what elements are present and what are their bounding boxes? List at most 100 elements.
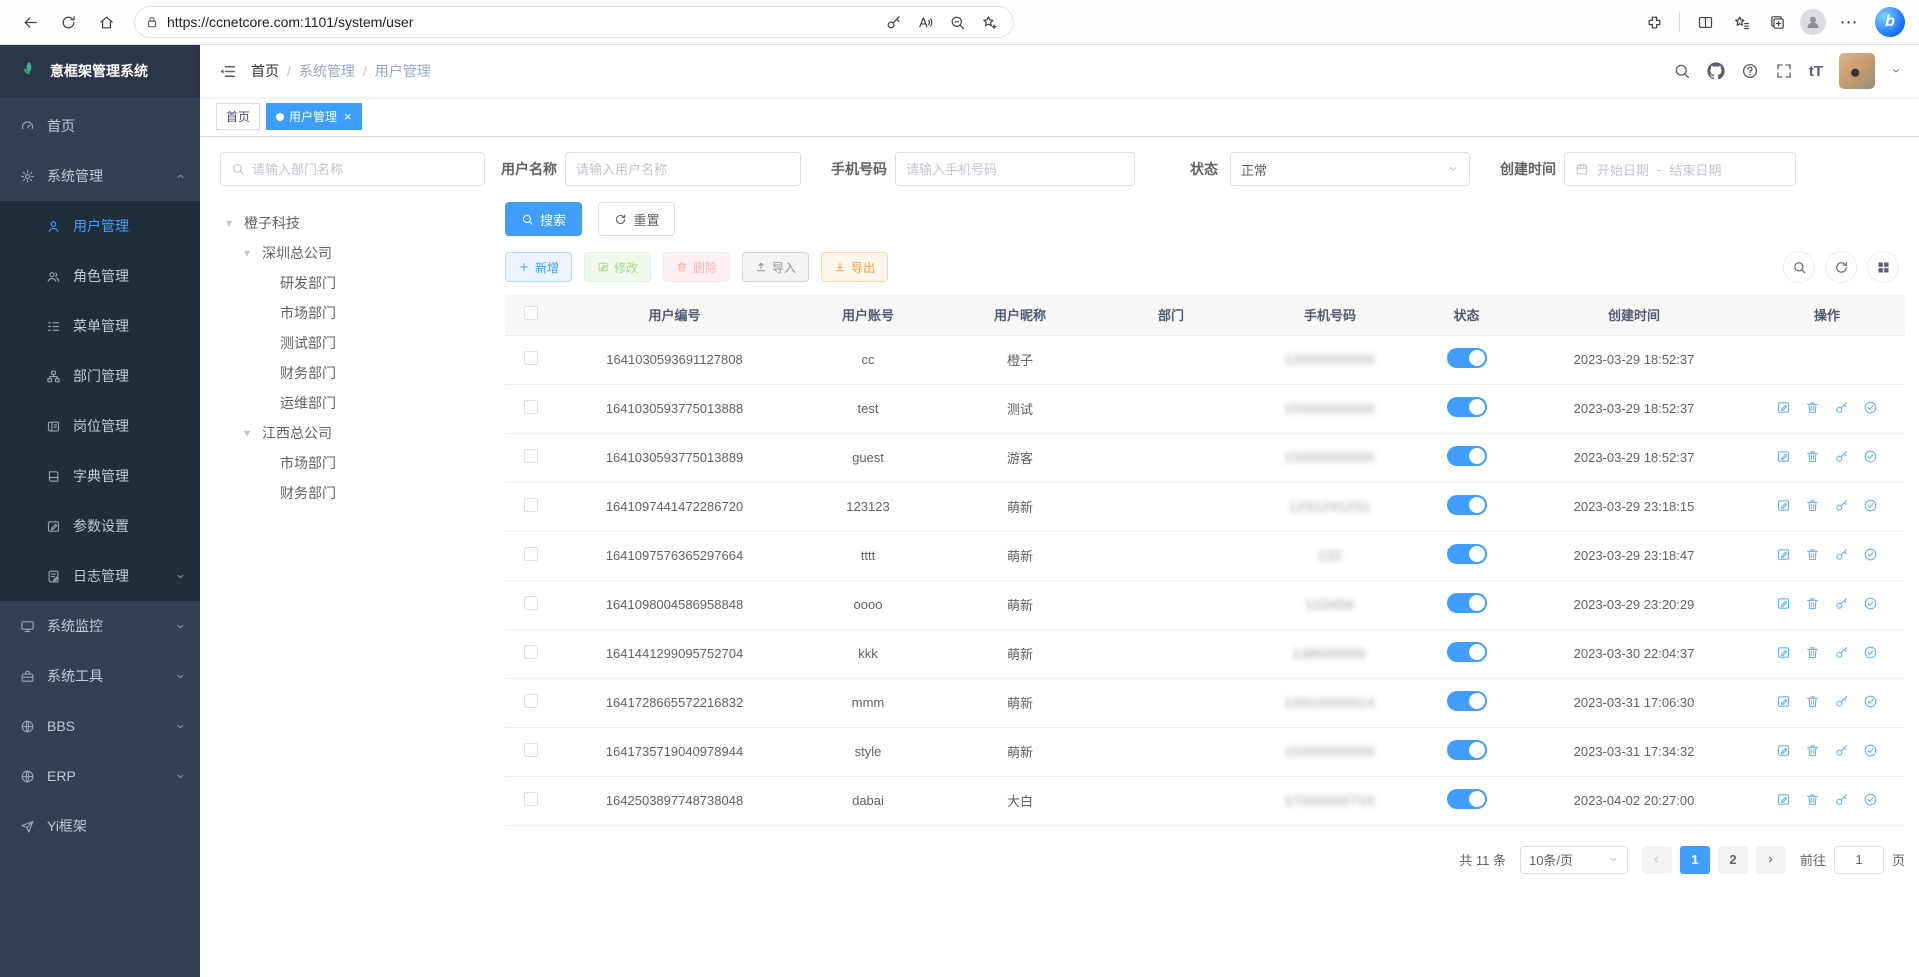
table-search-button[interactable] [1783,251,1815,283]
tab-close-icon[interactable]: × [344,109,352,124]
sidebar-item-字典管理[interactable]: 字典管理 [0,451,200,501]
row-check-circle-button[interactable] [1863,498,1878,513]
page-size-select[interactable]: 10条/页 [1520,846,1628,874]
status-toggle[interactable] [1447,544,1487,564]
row-trash-button[interactable] [1805,792,1820,807]
row-checkbox[interactable] [524,792,538,806]
page-1-button[interactable]: 1 [1680,846,1710,874]
row-edit-button[interactable] [1776,498,1791,513]
row-key-button[interactable] [1834,792,1849,807]
row-key-button[interactable] [1834,596,1849,611]
next-page-button[interactable] [1756,846,1786,874]
table-grid-button[interactable] [1867,251,1899,283]
sidebar-item-系统监控[interactable]: 系统监控 [0,601,200,651]
back-arrow-button[interactable] [14,6,46,38]
row-trash-button[interactable] [1805,694,1820,709]
row-checkbox[interactable] [524,743,538,757]
username-field[interactable] [576,162,790,177]
status-toggle[interactable] [1447,446,1487,466]
tree-caret-icon[interactable]: ▾ [244,246,262,260]
导出-button[interactable]: 导出 [821,252,888,282]
status-toggle[interactable] [1447,789,1487,809]
breadcrumb-item[interactable]: 用户管理 [375,61,431,81]
address-bar[interactable]: https://ccnetcore.com:1101/system/user [134,6,1014,38]
row-check-circle-button[interactable] [1863,400,1878,415]
row-edit-button[interactable] [1776,449,1791,464]
row-check-circle-button[interactable] [1863,645,1878,660]
dept-name-field[interactable] [252,162,474,177]
tree-caret-icon[interactable]: ▾ [244,426,262,440]
row-key-button[interactable] [1834,743,1849,758]
sidebar-item-BBS[interactable]: BBS [0,701,200,751]
search-button[interactable]: 搜索 [505,202,582,236]
新增-button[interactable]: 新增 [505,252,572,282]
sidebar-item-参数设置[interactable]: 参数设置 [0,501,200,551]
row-edit-button[interactable] [1776,645,1791,660]
status-toggle[interactable] [1447,642,1487,662]
question-button[interactable] [1741,62,1759,80]
copilot-button[interactable]: b [1875,7,1905,37]
home-button[interactable] [90,6,122,38]
row-trash-button[interactable] [1805,547,1820,562]
row-trash-button[interactable] [1805,596,1820,611]
tab-用户管理[interactable]: 用户管理 × [266,103,362,130]
breadcrumb-item[interactable]: 首页 [251,61,279,81]
favorite-add-button[interactable] [975,8,1003,36]
font-size-button[interactable]: tT [1809,63,1823,80]
reload-button[interactable] [52,6,84,38]
row-checkbox[interactable] [524,547,538,561]
row-edit-button[interactable] [1776,792,1791,807]
sidebar-item-角色管理[interactable]: 角色管理 [0,251,200,301]
row-checkbox[interactable] [524,596,538,610]
row-key-button[interactable] [1834,645,1849,660]
phone-field[interactable] [906,162,1124,177]
collections-button[interactable] [1761,6,1793,38]
username-input[interactable] [565,152,801,186]
row-edit-button[interactable] [1776,400,1791,415]
table-refresh-button[interactable] [1825,251,1857,283]
sidebar-item-菜单管理[interactable]: 菜单管理 [0,301,200,351]
profile-button[interactable] [1797,6,1829,38]
row-edit-button[interactable] [1776,694,1791,709]
tree-node-财务部门[interactable]: ▾ 财务部门 [220,358,485,388]
row-check-circle-button[interactable] [1863,547,1878,562]
row-key-button[interactable] [1834,400,1849,415]
fullscreen-button[interactable] [1775,62,1793,80]
status-toggle[interactable] [1447,495,1487,515]
status-toggle[interactable] [1447,691,1487,711]
row-checkbox[interactable] [524,498,538,512]
row-checkbox[interactable] [524,694,538,708]
row-checkbox[interactable] [524,645,538,659]
row-key-button[interactable] [1834,449,1849,464]
tree-node-江西总公司[interactable]: ▾ 江西总公司 [220,418,485,448]
extensions-button[interactable] [1638,6,1670,38]
sidebar-item-用户管理[interactable]: 用户管理 [0,201,200,251]
select-all-checkbox[interactable] [524,306,538,320]
status-toggle[interactable] [1447,348,1487,368]
reset-button[interactable]: 重置 [598,202,675,236]
tree-node-测试部门[interactable]: ▾ 测试部门 [220,328,485,358]
tree-node-研发部门[interactable]: ▾ 研发部门 [220,268,485,298]
row-check-circle-button[interactable] [1863,792,1878,807]
prev-page-button[interactable] [1642,846,1672,874]
sidebar-item-岗位管理[interactable]: 岗位管理 [0,401,200,451]
goto-page-input[interactable] [1834,846,1884,874]
sidebar-item-日志管理[interactable]: 日志管理 [0,551,200,601]
sidebar-item-Yi框架[interactable]: Yi框架 [0,801,200,851]
more-menu-button[interactable]: ⋯ [1833,6,1865,38]
sidebar-item-部门管理[interactable]: 部门管理 [0,351,200,401]
row-edit-button[interactable] [1776,596,1791,611]
tab-首页[interactable]: 首页 [216,103,260,130]
sidebar-item-系统管理[interactable]: 系统管理 [0,151,200,201]
删除-button[interactable]: 删除 [663,252,730,282]
row-key-button[interactable] [1834,498,1849,513]
修改-button[interactable]: 修改 [584,252,651,282]
read-aloud-button[interactable] [911,8,939,36]
row-check-circle-button[interactable] [1863,694,1878,709]
tree-node-市场部门[interactable]: ▾ 市场部门 [220,448,485,478]
tree-node-橙子科技[interactable]: ▾ 橙子科技 [220,208,485,238]
favorites-button[interactable] [1725,6,1757,38]
row-check-circle-button[interactable] [1863,596,1878,611]
page-2-button[interactable]: 2 [1718,846,1748,874]
row-trash-button[interactable] [1805,645,1820,660]
